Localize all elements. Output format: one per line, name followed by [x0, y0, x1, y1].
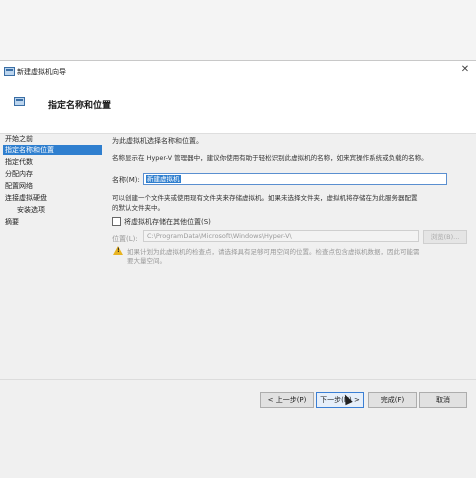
vm-wizard-icon	[4, 67, 15, 76]
sidebar-item-networking[interactable]: 配置网络	[3, 181, 102, 191]
close-icon[interactable]: ✕	[459, 64, 471, 76]
window-title: 新建虚拟机向导	[17, 68, 66, 76]
wizard-content: 为此虚拟机选择名称和位置。 名称显示在 Hyper-V 管理器中，建议你使用有助…	[110, 133, 470, 433]
desktop-background	[0, 0, 476, 60]
name-hint-text: 名称显示在 Hyper-V 管理器中，建议你使用有助于轻松识别此虚拟机的名称，如…	[112, 154, 428, 162]
browse-button[interactable]: 浏览(B)...	[423, 230, 467, 244]
folder-description-line-2: 的默认文件夹中。	[112, 204, 164, 212]
folder-description-line-1: 可以创建一个文件夹或使用现有文件夹来存储虚拟机。如果未选择文件夹，虚拟机将存储在…	[112, 194, 418, 202]
warning-text-line-1: 如果计划为此虚拟机的检查点，请选择具有足够可用空间的位置。检查点包含虚拟机数据，…	[127, 248, 420, 256]
cancel-button[interactable]: 取消	[419, 392, 467, 408]
title-bar: 新建虚拟机向导 ✕	[0, 61, 476, 81]
sidebar-item-installation-options[interactable]: 安装选项	[15, 205, 102, 215]
intro-text: 为此虚拟机选择名称和位置。	[112, 137, 203, 145]
store-elsewhere-checkbox[interactable]	[112, 217, 121, 226]
sidebar-item-summary[interactable]: 摘要	[3, 217, 102, 227]
footer-divider	[0, 379, 476, 380]
location-input[interactable]: C:\ProgramData\Microsoft\Windows\Hyper-V…	[143, 230, 419, 242]
wizard-steps-sidebar: 开始之前 指定名称和位置 指定代数 分配内存 配置网络 连接虚拟硬盘 安装选项 …	[0, 133, 102, 433]
sidebar-item-name-location[interactable]: 指定名称和位置	[3, 145, 102, 155]
new-vm-wizard-window: 新建虚拟机向导 ✕ 指定名称和位置 开始之前 指定名称和位置 指定代数 分配内存…	[0, 60, 476, 478]
previous-button[interactable]: < 上一步(P)	[260, 392, 314, 408]
name-input[interactable]: 新建虚拟机	[143, 173, 447, 185]
next-button[interactable]: 下一步(N) >	[316, 392, 364, 408]
location-input-value: C:\ProgramData\Microsoft\Windows\Hyper-V…	[147, 232, 292, 240]
warning-text-line-2: 要大量空间。	[127, 257, 166, 265]
name-input-value: 新建虚拟机	[146, 175, 181, 183]
sidebar-item-generation[interactable]: 指定代数	[3, 157, 102, 167]
sidebar-item-before-you-begin[interactable]: 开始之前	[3, 134, 102, 144]
vm-wizard-icon	[14, 97, 25, 106]
store-elsewhere-label: 将虚拟机存储在其他位置(S)	[124, 218, 211, 226]
name-label: 名称(M):	[112, 176, 140, 184]
warning-icon	[113, 246, 123, 255]
location-label: 位置(L):	[112, 235, 138, 243]
page-title: 指定名称和位置	[48, 101, 112, 111]
wizard-header: 指定名称和位置	[0, 81, 476, 134]
finish-button[interactable]: 完成(F)	[368, 392, 417, 408]
sidebar-item-virtual-hard-disk[interactable]: 连接虚拟硬盘	[3, 193, 102, 203]
sidebar-item-memory[interactable]: 分配内存	[3, 169, 102, 179]
